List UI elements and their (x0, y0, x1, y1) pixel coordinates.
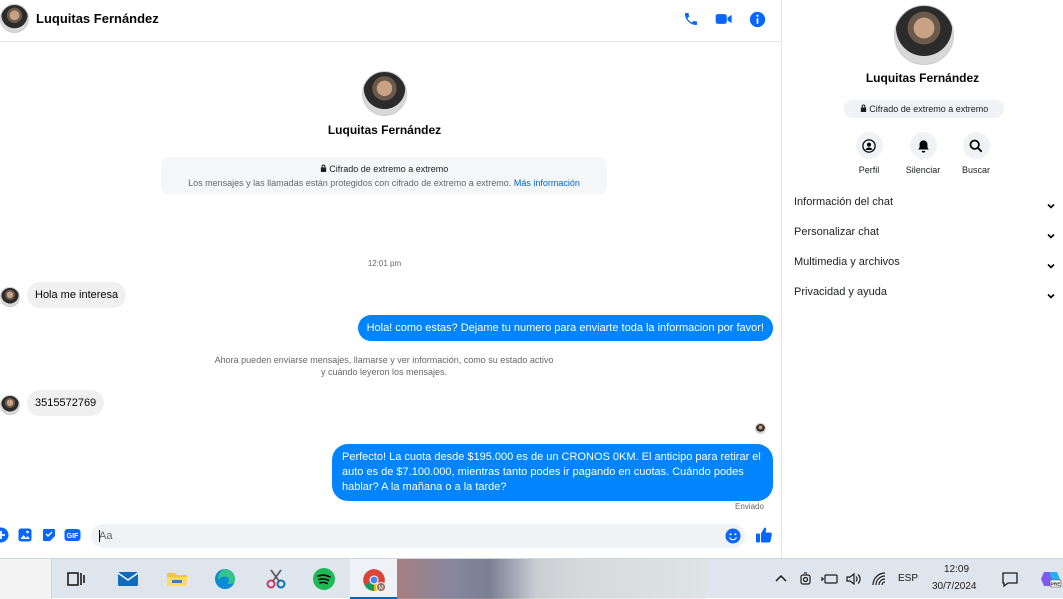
message-bubble-outgoing[interactable]: Perfecto! La cuota desde $195.000 es de … (332, 444, 773, 501)
copilot-icon[interactable]: PRE (1040, 569, 1062, 589)
message-bubble-outgoing[interactable]: Hola! como estas? Dejame tu numero para … (357, 315, 773, 341)
chrome-icon[interactable]: M (361, 567, 387, 593)
profile-button[interactable]: Perfil (844, 132, 894, 175)
video-call-icon[interactable] (714, 9, 734, 29)
emoji-icon[interactable] (725, 528, 741, 544)
edge-icon[interactable] (213, 567, 237, 591)
wifi-icon[interactable] (871, 571, 887, 587)
taskbar-search-area[interactable] (0, 559, 52, 599)
notifications-icon[interactable] (1001, 570, 1019, 588)
e2e-description: Los mensajes y las llamadas están proteg… (188, 178, 512, 188)
chevron-down-icon (1046, 198, 1056, 209)
sender-avatar[interactable] (0, 287, 20, 307)
info-icon[interactable] (747, 9, 767, 29)
e2e-badge[interactable]: Cifrado de extremo a extremo (844, 100, 1004, 118)
phone-icon[interactable] (681, 9, 701, 29)
mail-icon[interactable] (116, 567, 140, 591)
add-icon[interactable] (0, 527, 9, 543)
e2e-title: Cifrado de extremo a extremo (329, 164, 449, 174)
intro-avatar (362, 71, 407, 116)
search-button[interactable]: Buscar (951, 132, 1001, 175)
message-input-wrapper[interactable] (91, 524, 745, 548)
system-notice: Ahora pueden enviarse mensajes, llamarse… (214, 355, 554, 377)
contact-avatar[interactable] (0, 4, 29, 33)
clock-time[interactable]: 12:09 (944, 564, 969, 575)
chevron-down-icon (1046, 288, 1056, 299)
windows-taskbar: M ESP 12:09 30/7/2024 PRE (0, 558, 1063, 599)
svg-text:M: M (379, 585, 384, 591)
language-indicator[interactable]: ESP (898, 573, 918, 584)
section-chat-info[interactable]: Información del chat (794, 192, 1056, 214)
text-caret (99, 530, 100, 542)
delivery-status: Enviado (735, 502, 764, 511)
profile-icon (855, 132, 883, 159)
meet-now-icon[interactable] (798, 571, 814, 587)
bell-icon (909, 132, 937, 159)
sender-avatar[interactable] (0, 395, 20, 415)
chevron-down-icon (1046, 258, 1056, 269)
taskbar-wallpaper-strip (397, 559, 707, 599)
chevron-down-icon (1046, 228, 1056, 239)
volume-icon[interactable] (845, 571, 861, 587)
section-media-files[interactable]: Multimedia y archivos (794, 252, 1056, 274)
composer: GIF (0, 520, 781, 552)
chat-details-panel: Luquitas Fernández Cifrado de extremo a … (782, 0, 1063, 558)
svg-text:PRE: PRE (1051, 582, 1062, 588)
battery-plug-icon[interactable] (821, 571, 838, 587)
mute-button[interactable]: Silenciar (898, 132, 948, 175)
image-icon[interactable] (17, 527, 33, 543)
like-icon[interactable] (755, 526, 773, 544)
snipping-tool-icon[interactable] (264, 567, 288, 591)
seen-indicator-avatar (755, 423, 766, 434)
sticker-icon[interactable] (41, 527, 57, 543)
message-bubble-incoming[interactable]: Hola me interesa (27, 282, 127, 308)
message-bubble-incoming[interactable]: 3515572769 (27, 390, 105, 416)
e2e-notice: Cifrado de extremo a extremo Los mensaje… (161, 157, 607, 194)
gif-icon[interactable]: GIF (64, 527, 81, 543)
more-info-link[interactable]: Más información (514, 178, 580, 188)
chat-pane: Luquitas Fernández Luquitas Fernández Ci… (0, 0, 781, 558)
chevron-up-icon[interactable] (774, 571, 790, 587)
lock-icon (320, 164, 330, 174)
message-timestamp: 12:01 pm (367, 259, 402, 268)
side-contact-avatar[interactable] (894, 5, 954, 65)
clock-date[interactable]: 30/7/2024 (932, 581, 977, 592)
section-privacy-help[interactable]: Privacidad y ayuda (794, 282, 1056, 304)
message-input[interactable] (99, 524, 719, 548)
messenger-window: Luquitas Fernández Luquitas Fernández Ci… (0, 0, 1063, 558)
contact-name[interactable]: Luquitas Fernández (36, 11, 159, 26)
file-explorer-icon[interactable] (165, 567, 189, 591)
spotify-icon[interactable] (312, 567, 336, 591)
intro-contact-name: Luquitas Fernández (327, 123, 442, 137)
side-contact-name[interactable]: Luquitas Fernández (782, 71, 1063, 85)
task-view-icon[interactable] (64, 567, 88, 591)
lock-icon (860, 104, 870, 114)
search-icon (962, 132, 990, 159)
chat-header: Luquitas Fernández (0, 0, 781, 42)
svg-text:GIF: GIF (67, 533, 79, 540)
section-customize-chat[interactable]: Personalizar chat (794, 222, 1056, 244)
